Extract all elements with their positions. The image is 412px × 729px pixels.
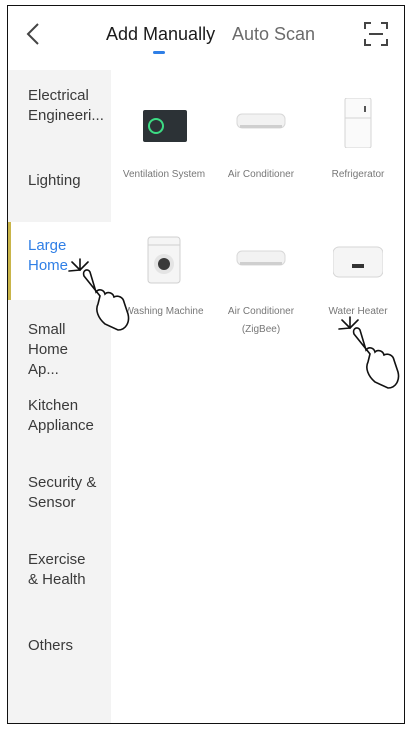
sidebar-item-label: Others bbox=[28, 637, 74, 654]
tap-hand-icon bbox=[68, 258, 130, 331]
device-ventilation-system[interactable]: Ventilation System bbox=[116, 98, 212, 208]
category-sidebar: Electrical Engineeri... Lighting Large H… bbox=[8, 70, 111, 723]
active-indicator bbox=[8, 222, 11, 300]
device-grid: Ventilation System Air Conditioner Refri… bbox=[111, 70, 404, 723]
sidebar-item-label: Lighting bbox=[28, 172, 81, 189]
sidebar-item-label: Electrical Engineeri... bbox=[28, 87, 104, 124]
refrigerator-icon bbox=[333, 97, 383, 149]
sidebar-item-kitchen[interactable]: Kitchen Appliance bbox=[8, 396, 111, 446]
scan-frame-icon bbox=[364, 22, 388, 46]
sidebar-item-lighting[interactable]: Lighting bbox=[8, 171, 111, 201]
device-label: Ventilation System bbox=[122, 169, 206, 180]
sidebar-item-exercise[interactable]: Exercise & Health bbox=[8, 550, 111, 600]
air-conditioner-zigbee-icon bbox=[236, 235, 286, 285]
sidebar-item-security[interactable]: Security & Sensor bbox=[8, 473, 111, 523]
sidebar-item-others[interactable]: Others bbox=[8, 636, 111, 666]
phone-screen: Add Manually Auto Scan Electrical Engine… bbox=[7, 5, 405, 724]
device-label: Refrigerator bbox=[331, 169, 385, 180]
device-air-conditioner[interactable]: Air Conditioner bbox=[213, 98, 309, 208]
device-refrigerator[interactable]: Refrigerator bbox=[310, 97, 404, 208]
scan-button[interactable] bbox=[362, 20, 390, 48]
active-tab-indicator bbox=[153, 51, 165, 54]
device-label: Air Conditioner bbox=[227, 169, 295, 180]
sidebar-item-label: Exercise & Health bbox=[28, 551, 86, 588]
back-button[interactable] bbox=[20, 18, 48, 50]
tab-auto-scan[interactable]: Auto Scan bbox=[232, 24, 315, 45]
washing-machine-icon bbox=[139, 235, 189, 285]
sidebar-item-label: Kitchen Appliance bbox=[28, 397, 94, 434]
sidebar-item-label: Large Home bbox=[28, 237, 69, 274]
water-heater-icon bbox=[332, 235, 384, 285]
device-air-conditioner-zigbee[interactable]: Air Conditioner (ZigBee) bbox=[213, 235, 309, 345]
tab-add-manually[interactable]: Add Manually bbox=[106, 24, 215, 45]
air-conditioner-icon bbox=[236, 98, 286, 148]
sidebar-item-label: Security & Sensor bbox=[28, 474, 97, 511]
tap-hand-icon bbox=[338, 316, 400, 389]
chevron-left-icon bbox=[26, 23, 39, 45]
device-label: Air Conditioner (ZigBee) bbox=[227, 306, 295, 335]
ventilation-icon bbox=[139, 98, 189, 148]
sidebar-item-electrical[interactable]: Electrical Engineeri... bbox=[8, 86, 111, 136]
top-bar: Add Manually Auto Scan bbox=[8, 6, 404, 70]
